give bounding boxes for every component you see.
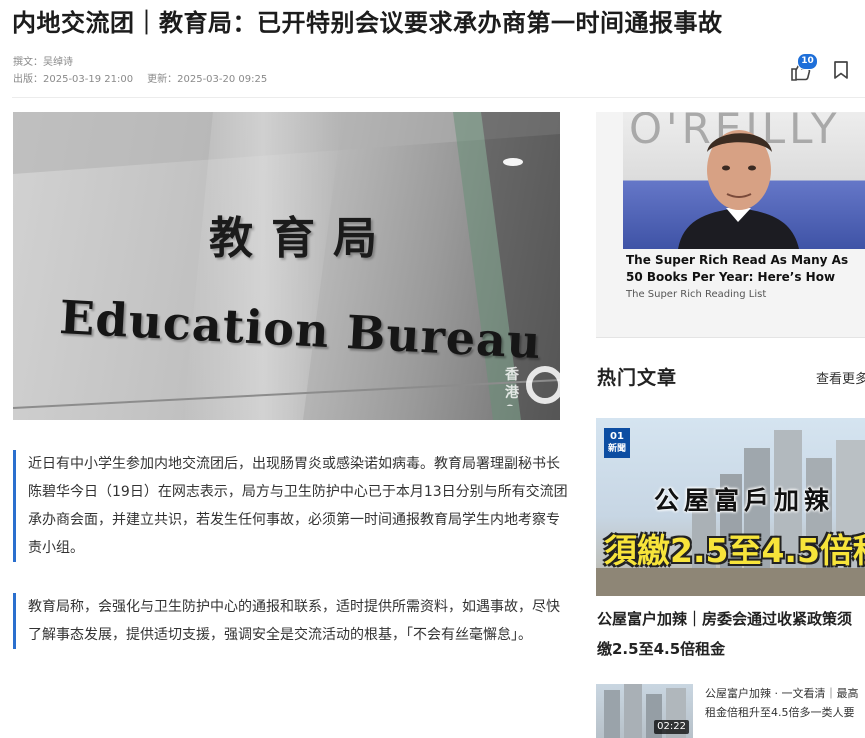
hot-article-title[interactable]: 公屋富户加辣｜房委会通过收紧政策须缴2.5至4.5倍租金 (597, 604, 865, 664)
video-thumbnail[interactable]: 02:22 (596, 684, 693, 738)
published-time: 出版：2025-03-19 21:00 (13, 74, 134, 85)
bookmark-button[interactable] (832, 60, 850, 80)
overlay-headline-line1: 公屋富戶加辣 (654, 486, 835, 515)
image-watermark: 香港01 (505, 367, 519, 406)
article-dates: 出版：2025-03-19 21:00 更新：2025-03-20 09:25 (13, 73, 267, 86)
ad-title[interactable]: The Super Rich Read As Many As 50 Books … (626, 252, 862, 286)
ad-image: O'REILLY (623, 112, 865, 249)
hero-image[interactable]: 教育局 Education Bureau 香港01 (13, 112, 560, 420)
hot-article-image[interactable]: 01 新聞 公屋富戶加辣 須繳2.5至4.5倍租 (596, 418, 865, 596)
ad-source: The Super Rich Reading List (626, 289, 767, 300)
overlay-headline-line2: 須繳2.5至4.5倍租 (604, 531, 865, 570)
header-divider (12, 97, 865, 98)
sign-chinese: 教育局 (209, 213, 395, 264)
like-count-badge: 10 (797, 53, 818, 70)
video-duration: 02:22 (654, 720, 689, 734)
see-more-link[interactable]: 查看更多 (816, 368, 865, 387)
sponsored-card[interactable]: O'REILLY The Super Rich Read As Many As … (596, 112, 865, 338)
article-author: 撰文：吴绰诗 (13, 57, 73, 68)
bookmark-icon (834, 61, 848, 79)
hot-articles-heading: 热门文章 (597, 367, 678, 389)
video-article-title[interactable]: 公屋富户加辣 · 一文看清｜最高租金倍租升至4.5倍多一类人要迁出 (705, 684, 865, 724)
updated-time: 更新：2025-03-20 09:25 (147, 74, 268, 85)
news-badge-label: 新聞 (607, 444, 626, 454)
article-headline: 内地交流团｜教育局：已开特别会议要求承办商第一时间通报事故 (12, 9, 723, 37)
article-paragraph: 教育局称，会强化与卫生防护中心的通报和联系，适时提供所需资料，如遇事故，尽快了解… (13, 593, 568, 649)
news-badge: 01 新聞 (604, 428, 630, 458)
news-badge-number: 01 (610, 431, 624, 442)
article-paragraph: 近日有中小学生参加内地交流团后，出现肠胃炎或感染诺如病毒。教育局署理副秘书长陈碧… (13, 450, 568, 562)
